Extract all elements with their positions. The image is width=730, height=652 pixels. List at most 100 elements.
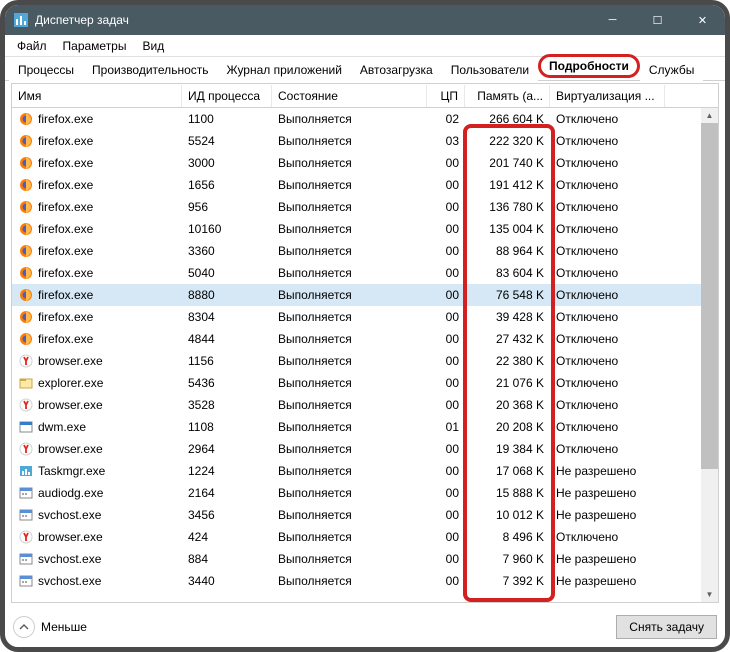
process-state: Выполняется <box>272 374 427 392</box>
scroll-down-arrow[interactable]: ▼ <box>701 587 718 602</box>
table-row[interactable]: firefox.exe10160Выполняется00135 004 KОт… <box>12 218 718 240</box>
process-virtualization: Отключено <box>550 176 665 194</box>
yandex-icon <box>18 529 34 545</box>
fewer-details-label[interactable]: Меньше <box>41 620 87 634</box>
process-name: browser.exe <box>38 442 103 456</box>
process-pid: 10160 <box>182 220 272 238</box>
process-virtualization: Отключено <box>550 528 665 546</box>
table-row[interactable]: firefox.exe8880Выполняется0076 548 KОткл… <box>12 284 718 306</box>
table-row[interactable]: browser.exe1156Выполняется0022 380 KОткл… <box>12 350 718 372</box>
table-row[interactable]: firefox.exe3360Выполняется0088 964 KОткл… <box>12 240 718 262</box>
process-state: Выполняется <box>272 572 427 590</box>
process-cpu: 00 <box>427 528 465 546</box>
table-row[interactable]: Taskmgr.exe1224Выполняется0017 068 KНе р… <box>12 460 718 482</box>
table-row[interactable]: browser.exe2964Выполняется0019 384 KОткл… <box>12 438 718 460</box>
table-row[interactable]: explorer.exe5436Выполняется0021 076 KОтк… <box>12 372 718 394</box>
process-memory: 191 412 K <box>465 176 550 194</box>
tab-processes[interactable]: Процессы <box>9 58 83 81</box>
col-virt-header[interactable]: Виртуализация ... <box>550 85 665 107</box>
process-name: firefox.exe <box>38 244 93 258</box>
process-state: Выполняется <box>272 440 427 458</box>
end-task-button[interactable]: Снять задачу <box>616 615 717 639</box>
table-row[interactable]: firefox.exe1656Выполняется00191 412 KОтк… <box>12 174 718 196</box>
table-row[interactable]: audiodg.exe2164Выполняется0015 888 KНе р… <box>12 482 718 504</box>
svc-icon <box>18 485 34 501</box>
yandex-icon <box>18 441 34 457</box>
process-virtualization: Отключено <box>550 198 665 216</box>
table-row[interactable]: firefox.exe5524Выполняется03222 320 KОтк… <box>12 130 718 152</box>
table-row[interactable]: firefox.exe956Выполняется00136 780 KОткл… <box>12 196 718 218</box>
tab-app-history[interactable]: Журнал приложений <box>218 58 351 81</box>
process-virtualization: Отключено <box>550 110 665 128</box>
tab-startup[interactable]: Автозагрузка <box>351 58 442 81</box>
process-pid: 1100 <box>182 110 272 128</box>
scroll-thumb[interactable] <box>701 123 718 469</box>
firefox-icon <box>18 111 34 127</box>
process-virtualization: Отключено <box>550 286 665 304</box>
process-virtualization: Отключено <box>550 374 665 392</box>
menu-file[interactable]: Файл <box>11 37 53 55</box>
col-state-header[interactable]: Состояние <box>272 85 427 107</box>
tab-performance[interactable]: Производительность <box>83 58 217 81</box>
process-memory: 27 432 K <box>465 330 550 348</box>
process-name: firefox.exe <box>38 200 93 214</box>
tab-details[interactable]: Подробности <box>538 54 640 78</box>
scroll-up-arrow[interactable]: ▲ <box>701 108 718 123</box>
table-row[interactable]: firefox.exe5040Выполняется0083 604 KОткл… <box>12 262 718 284</box>
fewer-details-icon[interactable] <box>13 616 35 638</box>
table-row[interactable]: browser.exe3528Выполняется0020 368 KОткл… <box>12 394 718 416</box>
table-row[interactable]: svchost.exe3456Выполняется0010 012 KНе р… <box>12 504 718 526</box>
table-row[interactable]: firefox.exe4844Выполняется0027 432 KОткл… <box>12 328 718 350</box>
col-name-header[interactable]: Имя <box>12 85 182 107</box>
table-row[interactable]: svchost.exe3440Выполняется007 392 KНе ра… <box>12 570 718 592</box>
process-state: Выполняется <box>272 352 427 370</box>
firefox-icon <box>18 309 34 325</box>
explorer-icon <box>18 375 34 391</box>
firefox-icon <box>18 331 34 347</box>
process-pid: 2164 <box>182 484 272 502</box>
close-button[interactable]: ✕ <box>680 5 725 35</box>
process-cpu: 02 <box>427 110 465 128</box>
vertical-scrollbar[interactable]: ▲ ▼ <box>701 108 718 602</box>
table-row[interactable]: svchost.exe884Выполняется007 960 KНе раз… <box>12 548 718 570</box>
process-memory: 21 076 K <box>465 374 550 392</box>
table-row[interactable]: firefox.exe8304Выполняется0039 428 KОткл… <box>12 306 718 328</box>
process-virtualization: Отключено <box>550 132 665 150</box>
col-pid-header[interactable]: ИД процесса <box>182 85 272 107</box>
process-memory: 266 604 K <box>465 110 550 128</box>
col-mem-header[interactable]: Память (а... <box>465 85 550 107</box>
firefox-icon <box>18 155 34 171</box>
table-row[interactable]: dwm.exe1108Выполняется0120 208 KОтключен… <box>12 416 718 438</box>
table-body[interactable]: firefox.exe1100Выполняется02266 604 KОтк… <box>12 108 718 602</box>
menu-options[interactable]: Параметры <box>57 37 133 55</box>
firefox-icon <box>18 199 34 215</box>
firefox-icon <box>18 265 34 281</box>
process-pid: 884 <box>182 550 272 568</box>
table-row[interactable]: firefox.exe1100Выполняется02266 604 KОтк… <box>12 108 718 130</box>
col-cpu-header[interactable]: ЦП <box>427 85 465 107</box>
table-row[interactable]: browser.exe424Выполняется008 496 KОтключ… <box>12 526 718 548</box>
process-cpu: 00 <box>427 506 465 524</box>
process-cpu: 00 <box>427 484 465 502</box>
firefox-icon <box>18 133 34 149</box>
process-state: Выполняется <box>272 550 427 568</box>
process-name: browser.exe <box>38 354 103 368</box>
firefox-icon <box>18 287 34 303</box>
table-row[interactable]: firefox.exe3000Выполняется00201 740 KОтк… <box>12 152 718 174</box>
yandex-icon <box>18 353 34 369</box>
process-virtualization: Отключено <box>550 264 665 282</box>
titlebar[interactable]: Диспетчер задач ─ ☐ ✕ <box>5 5 725 35</box>
process-virtualization: Отключено <box>550 154 665 172</box>
maximize-button[interactable]: ☐ <box>635 5 680 35</box>
process-name: firefox.exe <box>38 288 93 302</box>
process-memory: 83 604 K <box>465 264 550 282</box>
firefox-icon <box>18 243 34 259</box>
process-name: dwm.exe <box>38 420 86 434</box>
process-state: Выполняется <box>272 418 427 436</box>
process-cpu: 00 <box>427 176 465 194</box>
process-memory: 19 384 K <box>465 440 550 458</box>
tab-users[interactable]: Пользователи <box>442 58 538 81</box>
tab-services[interactable]: Службы <box>640 58 703 81</box>
menu-view[interactable]: Вид <box>136 37 170 55</box>
minimize-button[interactable]: ─ <box>590 5 635 35</box>
